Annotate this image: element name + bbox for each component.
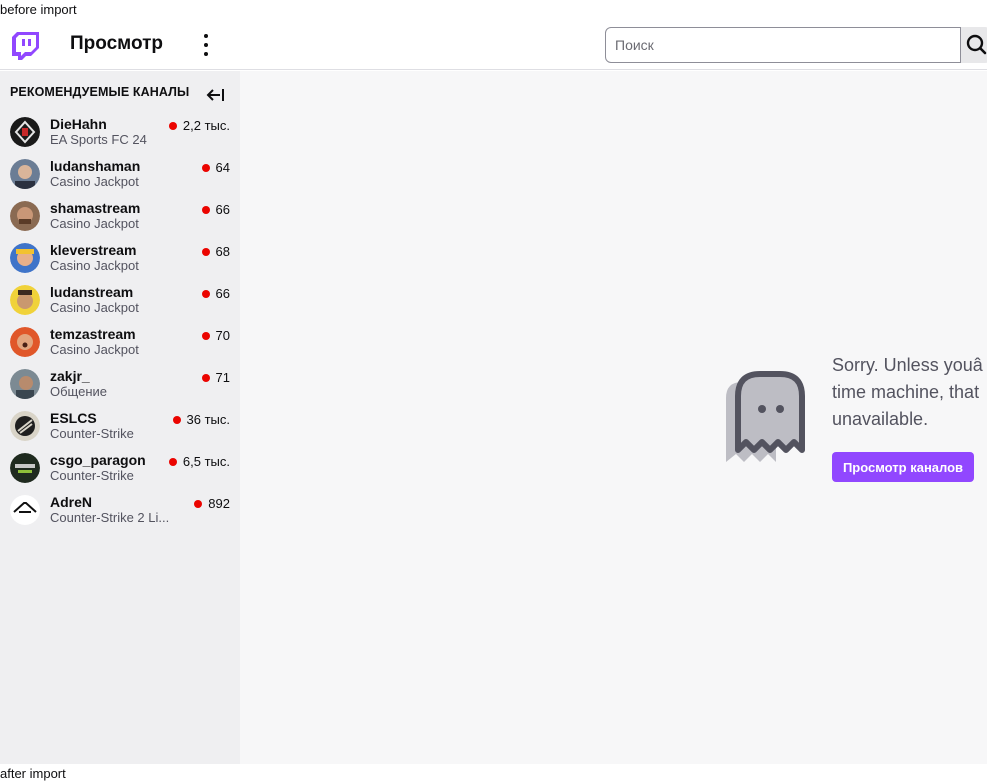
top-nav-bar: Просмотр — [0, 20, 987, 70]
viewer-count-text: 66 — [215, 286, 230, 301]
avatar — [10, 159, 40, 189]
channel-game: EA Sports FC 24 — [50, 132, 147, 147]
channel-item[interactable]: ludanshaman Casino Jackpot 64 — [0, 157, 240, 199]
channel-name: ludanstream — [50, 284, 134, 300]
sidebar: РЕКОМЕНДУЕМЫЕ КАНАЛЫ DieHahn EA Sports F… — [0, 71, 240, 764]
channel-game: Casino Jackpot — [50, 300, 139, 315]
search-button[interactable] — [961, 27, 987, 63]
before-import-text: before import — [0, 2, 77, 17]
viewer-count: 6,5 тыс. — [168, 454, 230, 469]
viewer-count: 66 — [201, 202, 230, 217]
viewer-count-text: 2,2 тыс. — [182, 118, 230, 133]
channel-name: AdreN — [50, 494, 93, 510]
viewer-count: 36 тыс. — [172, 412, 230, 427]
viewer-count-text: 70 — [215, 328, 230, 343]
channel-item[interactable]: DieHahn EA Sports FC 24 2,2 тыс. — [0, 115, 240, 157]
error-message: Sorry. Unless youâ time machine, that un… — [832, 355, 983, 429]
live-indicator-icon — [201, 289, 210, 298]
channel-item[interactable]: shamastream Casino Jackpot 66 — [0, 199, 240, 241]
channel-item[interactable]: zakjr_ Общение 71 — [0, 367, 240, 409]
main-content: Sorry. Unless youâ time machine, that un… — [240, 71, 987, 764]
channel-game: Casino Jackpot — [50, 174, 139, 189]
channel-item[interactable]: temzastream Casino Jackpot 70 — [0, 325, 240, 367]
channel-game: Counter-Strike — [50, 468, 134, 483]
live-indicator-icon — [201, 247, 210, 256]
collapse-arrow-icon[interactable] — [205, 85, 227, 105]
viewer-count-text: 66 — [215, 202, 230, 217]
avatar — [10, 285, 40, 315]
avatar — [10, 495, 40, 525]
viewer-count: 66 — [201, 286, 230, 301]
live-indicator-icon — [194, 499, 203, 508]
viewer-count-text: 36 тыс. — [186, 412, 230, 427]
channel-item[interactable]: ludanstream Casino Jackpot 66 — [0, 283, 240, 325]
channel-name: shamastream — [50, 200, 141, 216]
avatar — [10, 117, 40, 147]
channel-game: Casino Jackpot — [50, 342, 139, 357]
viewer-count-text: 71 — [215, 370, 230, 385]
more-options-icon[interactable] — [196, 34, 216, 56]
ghost-icon — [726, 371, 805, 462]
channel-game: Casino Jackpot — [50, 216, 139, 231]
channel-name: csgo_paragon — [50, 452, 146, 468]
channel-item[interactable]: csgo_paragon Counter-Strike 6,5 тыс. — [0, 451, 240, 493]
avatar — [10, 327, 40, 357]
avatar — [10, 201, 40, 231]
live-indicator-icon — [201, 331, 210, 340]
viewer-count: 64 — [201, 160, 230, 175]
avatar — [10, 243, 40, 273]
search-input[interactable] — [605, 27, 961, 63]
viewer-count-text: 64 — [215, 160, 230, 175]
channel-name: kleverstream — [50, 242, 137, 258]
viewer-count: 2,2 тыс. — [168, 118, 230, 133]
channel-name: temzastream — [50, 326, 136, 342]
channel-item[interactable]: kleverstream Casino Jackpot 68 — [0, 241, 240, 283]
after-import-text: after import — [0, 766, 66, 781]
recommended-channels-heading: РЕКОМЕНДУЕМЫЕ КАНАЛЫ — [10, 85, 190, 99]
avatar — [10, 369, 40, 399]
search-icon — [966, 34, 987, 55]
live-indicator-icon — [201, 205, 210, 214]
viewer-count: 68 — [201, 244, 230, 259]
live-indicator-icon — [201, 373, 210, 382]
viewer-count: 70 — [201, 328, 230, 343]
viewer-count: 892 — [194, 496, 230, 511]
channel-item[interactable]: AdreN Counter-Strike 2 Li... 892 — [0, 493, 240, 535]
avatar — [10, 453, 40, 483]
viewer-count-text: 892 — [208, 496, 230, 511]
viewer-count-text: 6,5 тыс. — [182, 454, 230, 469]
channel-name: ludanshaman — [50, 158, 141, 174]
channel-name: zakjr_ — [50, 368, 90, 384]
channel-name: DieHahn — [50, 116, 107, 132]
live-indicator-icon — [172, 415, 181, 424]
channel-game: Counter-Strike 2 Li... — [50, 510, 170, 525]
viewer-count-text: 68 — [215, 244, 230, 259]
live-indicator-icon — [201, 163, 210, 172]
channel-game: Casino Jackpot — [50, 258, 139, 273]
twitch-logo-icon[interactable] — [12, 32, 39, 61]
channel-name: ESLCS — [50, 410, 97, 426]
channel-game: Общение — [50, 384, 108, 399]
live-indicator-icon — [168, 121, 177, 130]
browse-channels-button[interactable]: Просмотр каналов — [832, 452, 974, 482]
live-indicator-icon — [168, 457, 177, 466]
channel-item[interactable]: ESLCS Counter-Strike 36 тыс. — [0, 409, 240, 451]
channel-game: Counter-Strike — [50, 426, 134, 441]
avatar — [10, 411, 40, 441]
viewer-count: 71 — [201, 370, 230, 385]
page-title[interactable]: Просмотр — [70, 33, 163, 55]
